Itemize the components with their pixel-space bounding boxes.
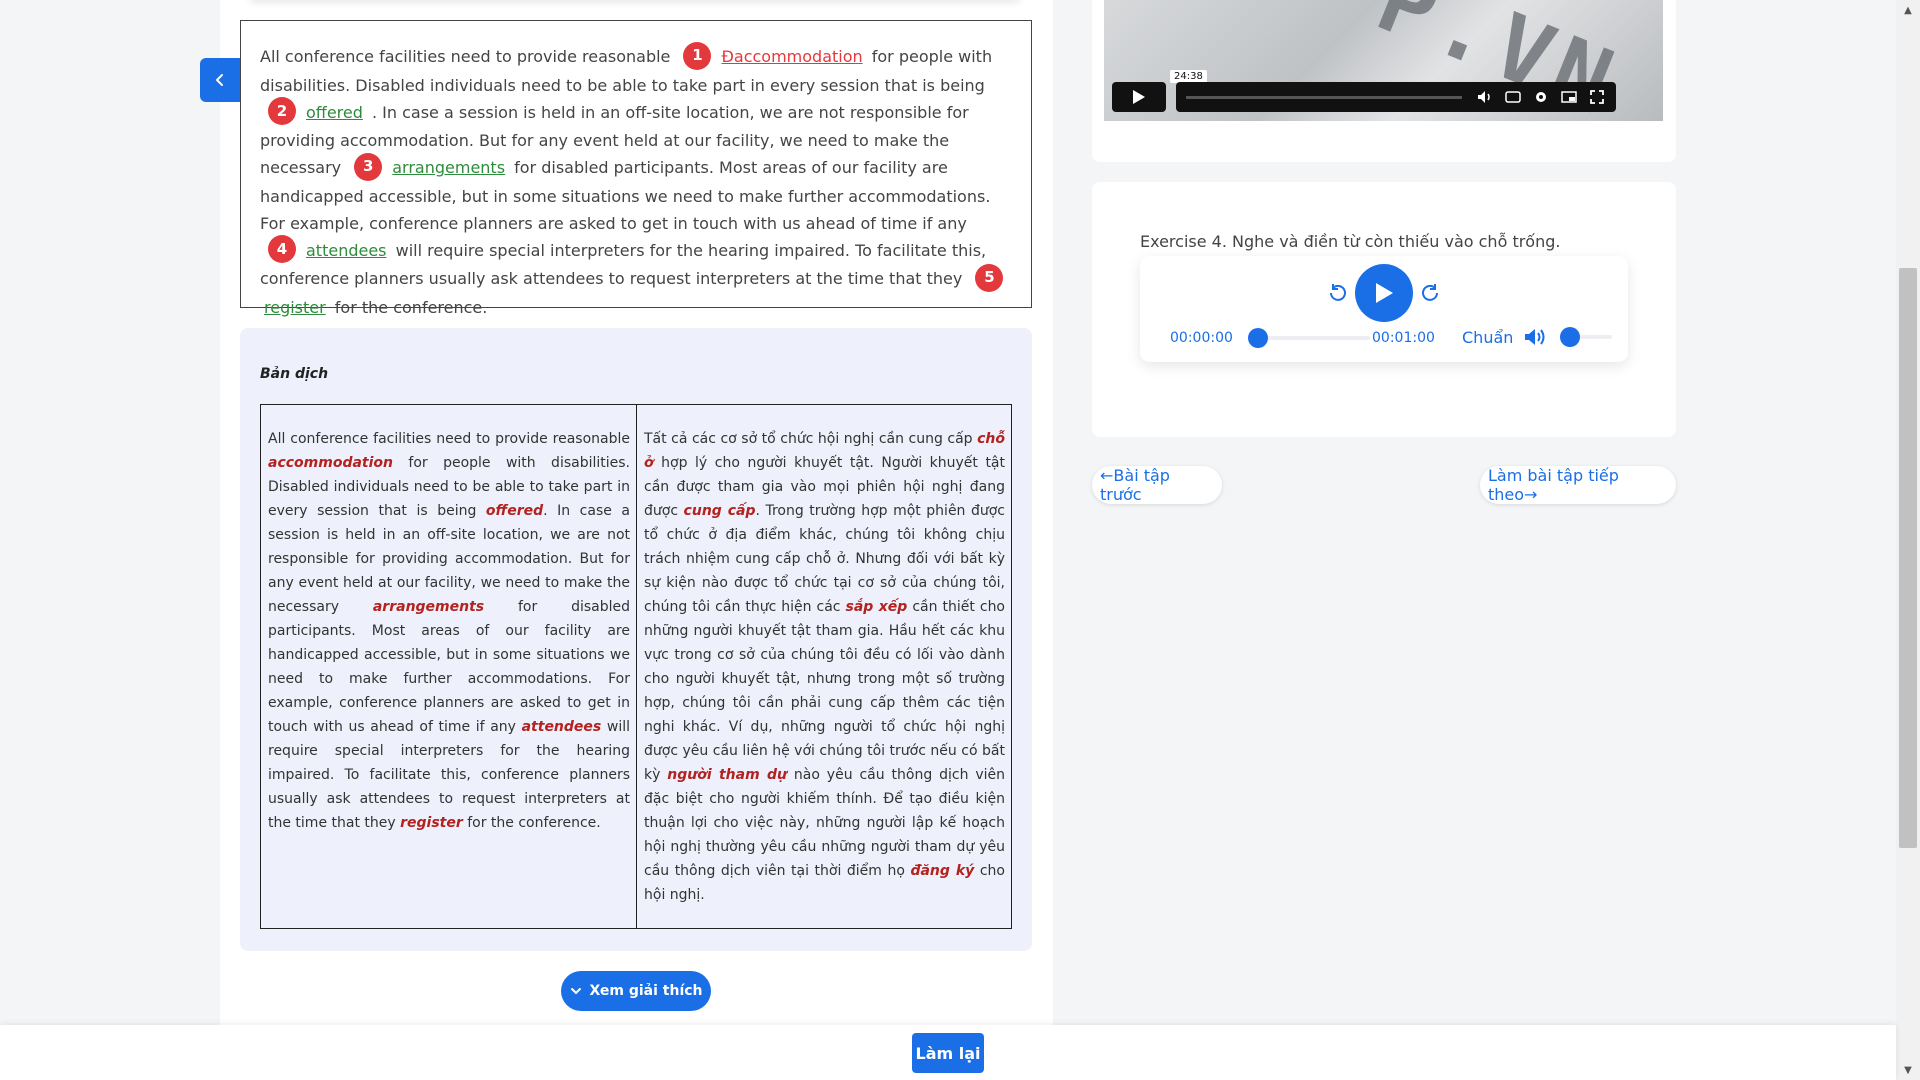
blank-number-badge: 4: [268, 235, 296, 263]
blank-answer-field[interactable]: offered: [302, 103, 367, 122]
chevron-left-icon: [216, 74, 223, 86]
audio-current-time: 00:00:00: [1170, 330, 1233, 346]
translation-title: Bản dịch: [260, 366, 329, 382]
translation-vietnamese-column: Tất cả các cơ sở tổ chức hội nghị cần cu…: [636, 405, 1011, 928]
blank-answer-field[interactable]: register: [260, 298, 330, 317]
translation-segment: for the conference.: [462, 815, 601, 831]
fullscreen-icon[interactable]: [1588, 89, 1606, 105]
collapse-sidebar-button[interactable]: [200, 58, 240, 102]
audio-seek-handle[interactable]: [1248, 328, 1268, 348]
view-explanation-label: Xem giải thích: [589, 983, 703, 999]
video-controls-bar: [1176, 82, 1616, 112]
highlighted-keyword: attendees: [521, 719, 602, 735]
play-icon: [1133, 90, 1145, 104]
next-exercise-button[interactable]: Làm bài tập tiếp theo→: [1480, 466, 1676, 504]
retry-button[interactable]: Làm lại: [912, 1033, 984, 1073]
scroll-up-arrow-icon[interactable]: ▲: [1896, 2, 1920, 18]
forward-icon[interactable]: [1419, 282, 1441, 304]
volume-slider-handle[interactable]: [1560, 327, 1580, 347]
highlighted-keyword: đăng ký: [910, 863, 975, 879]
play-icon: [1376, 283, 1393, 303]
highlighted-keyword: người tham dự: [667, 767, 787, 783]
highlighted-keyword: arrangements: [372, 599, 485, 615]
video-player[interactable]: P.VN 24:38: [1104, 0, 1663, 121]
audio-duration: 00:01:00: [1372, 330, 1435, 346]
highlighted-keyword: cung cấp: [683, 503, 756, 519]
exercise-title: Exercise 4. Nghe và điền từ còn thiếu và…: [1140, 232, 1561, 251]
chevron-down-icon: [571, 988, 582, 995]
view-explanation-button[interactable]: Xem giải thích: [561, 971, 711, 1011]
rewind-icon[interactable]: [1327, 282, 1349, 304]
volume-icon[interactable]: [1476, 89, 1494, 105]
translation-segment: for disabled participants. Most areas of…: [268, 599, 630, 735]
audio-seek-bar[interactable]: [1248, 328, 1370, 348]
settings-gear-icon[interactable]: [1532, 89, 1550, 105]
translation-segment: All conference facilities need to provid…: [268, 431, 630, 447]
blank-number-badge: 2: [268, 97, 296, 125]
video-seek-bar[interactable]: [1186, 95, 1462, 99]
scroll-down-arrow-icon[interactable]: ▼: [1896, 1062, 1920, 1078]
translation-english-column: All conference facilities need to provid…: [261, 405, 636, 928]
highlighted-keyword: accommodation: [268, 455, 394, 471]
blank-answer-field[interactable]: Đaccommodation: [717, 47, 866, 66]
audio-play-button[interactable]: [1355, 264, 1413, 322]
playback-speed-select[interactable]: Chuẩn: [1462, 328, 1513, 347]
blank-answer-field[interactable]: arrangements: [388, 158, 509, 177]
miniplayer-icon[interactable]: [1560, 89, 1578, 105]
passage-segment: for the conference.: [329, 297, 488, 317]
translation-panel: Bản dịch All conference facilities need …: [240, 328, 1032, 951]
captions-icon[interactable]: [1504, 89, 1522, 105]
volume-slider[interactable]: [1560, 327, 1612, 347]
translation-segment: Tất cả các cơ sở tổ chức hội nghị cần cu…: [644, 431, 978, 447]
blank-answer-field[interactable]: attendees: [302, 241, 391, 260]
translation-table: All conference facilities need to provid…: [260, 404, 1012, 929]
highlighted-keyword: register: [400, 815, 463, 831]
highlighted-keyword: sắp xếp: [845, 599, 908, 615]
audio-player: 00:00:00 00:01:00 Chuẩn: [1140, 256, 1628, 362]
blank-number-badge: 5: [975, 263, 1004, 292]
speaker-icon[interactable]: [1523, 326, 1547, 348]
blank-number-badge: 1: [683, 41, 712, 70]
previous-exercise-button[interactable]: ←Bài tập trước: [1092, 466, 1222, 504]
passage-text: All conference facilities need to provid…: [260, 41, 1012, 321]
blank-number-badge: 3: [354, 152, 383, 181]
scrollbar-thumb[interactable]: [1899, 268, 1917, 848]
passage-segment: All conference facilities need to provid…: [260, 47, 676, 66]
video-play-button[interactable]: [1112, 82, 1166, 112]
page: All conference facilities need to provid…: [0, 0, 1920, 1080]
exercise-card: Exercise 4. Nghe và điền từ còn thiếu và…: [1092, 182, 1676, 437]
translation-segment: cần thiết cho những người khuyết tật tha…: [644, 599, 1006, 783]
highlighted-keyword: offered: [485, 503, 544, 519]
passage-box: All conference facilities need to provid…: [240, 20, 1032, 317]
